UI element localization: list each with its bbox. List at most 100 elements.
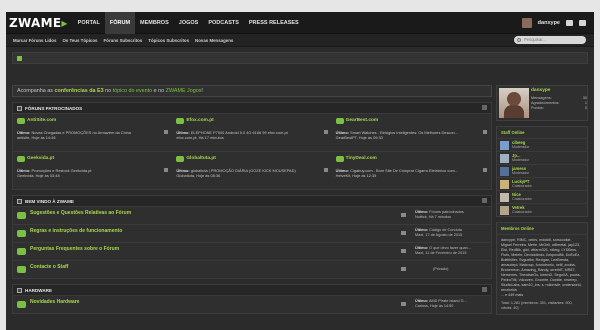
section-title[interactable]: BEM VINDO À ZWAME [25, 199, 74, 204]
staff-online-title: Staff Online [501, 130, 525, 135]
forum-title[interactable]: Geekvida.pt [27, 156, 54, 161]
nav-item-portal[interactable]: PORTAL [73, 12, 105, 34]
new-posts-link[interactable]: Novas Mensagens [192, 38, 236, 43]
online-names[interactable]: danxype, RIMC, celes, mdokiti, sorscooki… [501, 238, 582, 292]
forum-title[interactable]: GearBest.com [346, 118, 379, 123]
last-post-title[interactable]: AMD Pirate Island G... [429, 299, 467, 303]
nav-item-membros[interactable]: MEMBROS [135, 12, 174, 34]
rss-icon[interactable] [482, 287, 487, 292]
forum-title[interactable]: Novidades Hardware [30, 299, 79, 305]
profile-stat: Agradecimentos: 1 [531, 101, 587, 105]
forum-bubble-icon [17, 248, 26, 255]
last-label: Último: [415, 210, 429, 214]
collapse-icon[interactable] [17, 287, 22, 293]
last-post-title[interactable]: O que devo fazer quan... [429, 246, 471, 250]
online-more-link[interactable]: ... e 449 mais [501, 293, 523, 297]
rss-icon[interactable] [401, 249, 406, 253]
sponsored-section: FÓRUNS PATROCINADOS AntiSite.com Último:… [12, 102, 492, 190]
notice-text-4: ! [201, 88, 203, 94]
nav-item-podcasts[interactable]: PODCASTS [203, 12, 244, 34]
rss-icon[interactable] [401, 302, 406, 306]
site-logo[interactable]: ZWAME▸ [9, 16, 68, 30]
profile-avatar[interactable] [499, 88, 529, 118]
staff-role: Moderador [512, 145, 530, 149]
rss-icon[interactable] [482, 130, 487, 134]
nav-item-forum[interactable]: FÓRUM [104, 12, 136, 34]
staff-role: Colaborador [512, 210, 532, 214]
forum-title[interactable]: Sugestões e Questões Relativas ao Fórum [30, 210, 131, 216]
rss-icon[interactable] [164, 168, 169, 172]
user-box: danxype [521, 17, 594, 28]
collapse-icon[interactable] [17, 198, 22, 204]
forum-title[interactable]: Perguntas Frequentes sobre o Fórum [30, 246, 119, 252]
forum-title[interactable]: Globaltuta.pt [186, 156, 216, 161]
last-post-meta: Carloss, Hoje às 14:50 [415, 304, 454, 308]
rss-icon[interactable] [401, 267, 406, 271]
notice-text-2: no [103, 88, 113, 94]
collapse-icon[interactable] [17, 105, 22, 111]
forum-title[interactable]: Efox.com.pt [186, 118, 213, 123]
avatar[interactable] [500, 180, 509, 189]
staff-role: Moderador [512, 171, 530, 175]
forum-list: Acompanha as conferências da E3 no tópic… [12, 85, 492, 314]
forum-bubble-icon [176, 156, 185, 162]
stat-value: 30 [582, 96, 587, 100]
watched-threads-link[interactable]: Tópicos Subscritos [145, 38, 192, 43]
avatar[interactable] [500, 167, 509, 176]
avatar[interactable] [500, 154, 509, 163]
profile-name[interactable]: danxype [531, 88, 550, 93]
app-frame: ZWAME▸ PORTAL FÓRUM MEMBROS JOGOS PODCAS… [6, 12, 594, 330]
avatar[interactable] [500, 206, 509, 215]
nav-item-jogos[interactable]: JOGOS [174, 12, 204, 34]
notice-banner: Acompanha as conferências da E3 no tópic… [12, 85, 492, 97]
profile-stat: Mensagens: 30 [531, 96, 587, 100]
alerts-flag-icon[interactable] [579, 19, 586, 26]
section-title[interactable]: FÓRUNS PATROCINADOS [25, 106, 82, 111]
last-post-meta: Nottick, Há 7 minutos [415, 215, 452, 219]
rss-icon[interactable] [323, 130, 328, 134]
rss-icon[interactable] [482, 168, 487, 172]
inbox-icon[interactable] [566, 19, 573, 26]
last-label: Último: [415, 246, 429, 250]
notice-link-jogos[interactable]: ZWAME Jogos [166, 88, 202, 94]
rss-icon[interactable] [323, 168, 328, 172]
last-post-meta: Globaltuta, Hoje às 08:36 [176, 173, 221, 178]
section-header: FÓRUNS PATROCINADOS [13, 103, 491, 113]
rss-icon[interactable] [401, 231, 406, 235]
forum-title[interactable]: Contacte o Staff [30, 264, 68, 270]
avatar[interactable] [500, 141, 509, 150]
last-post-title[interactable]: Fóruns patrocinados [429, 210, 464, 214]
mark-forums-read-link[interactable]: Marcar Fóruns Lidos [10, 38, 59, 43]
stat-value: 0 [584, 106, 587, 110]
staff-member: cibeeg Moderador [497, 138, 587, 151]
rss-icon[interactable] [164, 130, 169, 134]
forum-title[interactable]: TinyDeal.com [346, 156, 377, 161]
search-input[interactable]: Pesquisar... [514, 36, 586, 44]
rss-icon[interactable] [401, 213, 406, 217]
forum-row: Sugestões e Questões Relativas ao Fórum … [13, 206, 491, 224]
staff-member: Vetrek Colaborador [497, 203, 587, 216]
avatar[interactable] [500, 193, 509, 202]
forum-title[interactable]: Regras e instruções de funcionamento [30, 228, 122, 234]
home-icon[interactable] [17, 56, 22, 61]
sponsored-forum: Globaltuta.pt Último: globaltuta | PROMO… [172, 151, 332, 189]
last-post: Último: Fóruns patrocinados Nottick, Há 7… [415, 210, 464, 220]
watched-forums-link[interactable]: Fóruns Subscritos [101, 38, 146, 43]
nav-item-press-releases[interactable]: PRESS RELEASES [244, 12, 304, 34]
forum-title[interactable]: AntiSite.com [27, 118, 56, 123]
rss-icon[interactable] [482, 105, 487, 110]
username-link[interactable]: danxype [538, 20, 560, 26]
notice-link-topic[interactable]: tópico do evento [113, 88, 153, 94]
last-post-meta: Maxt, 17 de Agosto de 2015 [415, 233, 463, 237]
last-post-title[interactable]: Código de Conduta [429, 228, 462, 232]
rss-icon[interactable] [482, 198, 487, 203]
staff-member: LuckyPT Colaborador [497, 177, 587, 190]
section-title[interactable]: HARDWARE [25, 288, 52, 293]
your-threads-link[interactable]: Os Teus Tópicos [59, 38, 100, 43]
avatar[interactable] [521, 17, 532, 28]
search-placeholder: Pesquisar... [524, 37, 546, 42]
forum-bubble-icon [335, 118, 344, 124]
forum-row: Regras e instruções de funcionamento Últ… [13, 224, 491, 242]
last-post: Último: Código de Conduta Maxt, 17 de Ago… [415, 228, 462, 238]
forum-row: Perguntas Frequentes sobre o Fórum Últim… [13, 242, 491, 260]
